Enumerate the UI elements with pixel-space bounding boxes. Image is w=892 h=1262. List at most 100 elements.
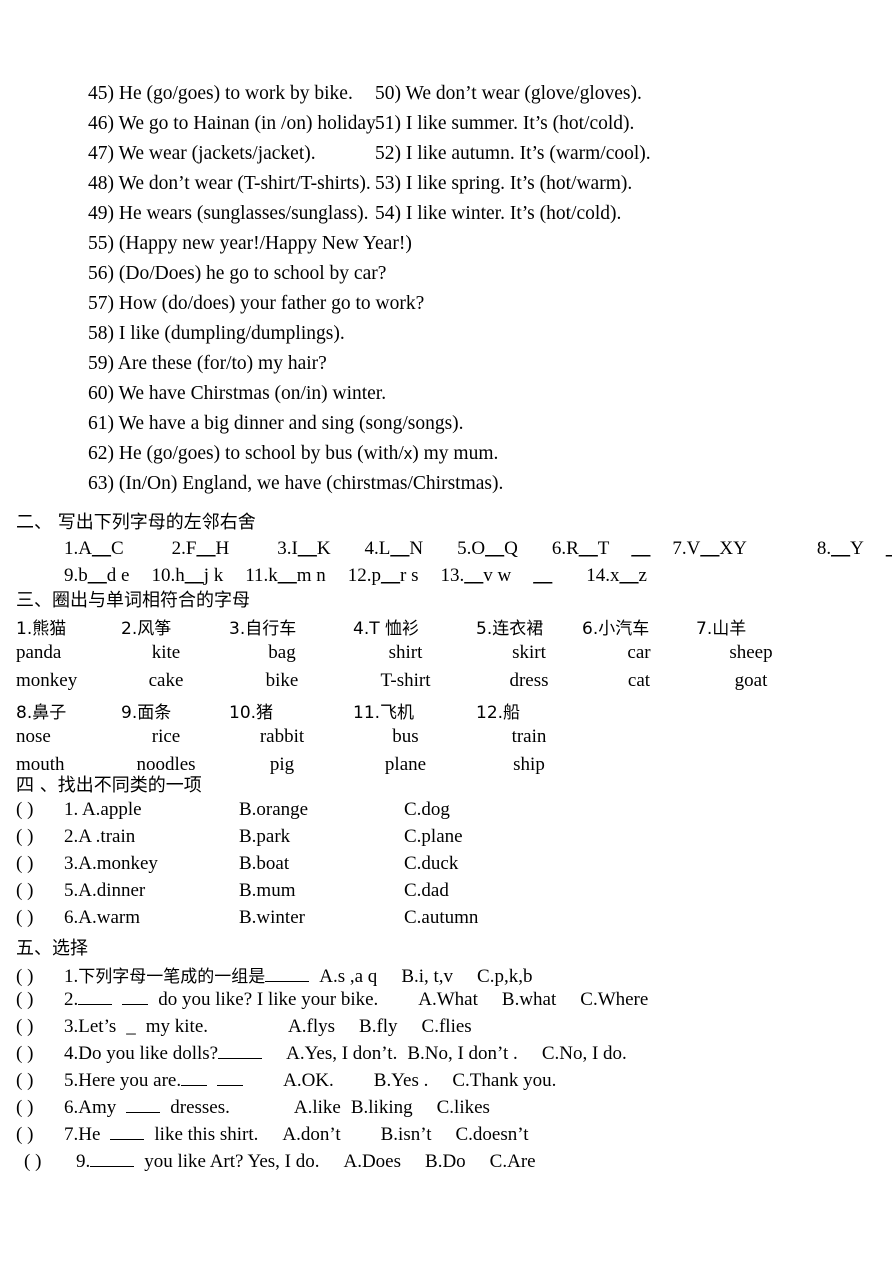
odd-one-out-item[interactable]: ( ) 2.A .train B.park C.plane	[16, 826, 892, 853]
option-c[interactable]: C.Thank you.	[452, 1070, 556, 1092]
item-3-blank[interactable]: __	[298, 538, 317, 559]
option-c[interactable]: C.doesn’t	[455, 1124, 528, 1146]
option-b[interactable]: B.Yes .	[374, 1070, 429, 1092]
answer-blank[interactable]	[110, 1124, 145, 1140]
vocab-option-a[interactable]: bag	[229, 642, 353, 670]
answer-blank[interactable]: _	[126, 1016, 136, 1038]
answer-parenthesis[interactable]: ( )	[16, 907, 64, 929]
vocab-option-b[interactable]: goat	[696, 670, 806, 698]
answer-parenthesis[interactable]: ( )	[16, 1043, 64, 1065]
vocab-option-a[interactable]: sheep	[696, 642, 806, 670]
vocab-option-a[interactable]: kite	[121, 642, 229, 670]
option-a[interactable]: A.flys	[288, 1016, 335, 1038]
option-b[interactable]: B.fly	[359, 1016, 398, 1038]
choice-item-9[interactable]: ( ) 9. you like Art? Yes, I do. A.Does B.Do C…	[16, 1151, 892, 1178]
answer-blank[interactable]	[218, 1043, 263, 1059]
choice-item-2[interactable]: ( ) 2. do you like? I like your bike. A.Wha…	[16, 989, 892, 1016]
option-a[interactable]: A.Does	[343, 1151, 401, 1173]
vocab-option-a[interactable]: rabbit	[229, 726, 353, 754]
option-b[interactable]: B.orange	[239, 799, 404, 821]
item-7-blank[interactable]: __	[700, 538, 719, 559]
item-2-blank[interactable]: __	[197, 538, 216, 559]
answer-parenthesis[interactable]: ( )	[16, 853, 64, 875]
option-c[interactable]: C.p,k,b	[477, 966, 532, 988]
vocab-option-a[interactable]: bus	[353, 726, 476, 754]
option-a[interactable]: 3.A.monkey	[64, 853, 239, 875]
option-a[interactable]: 6.A.warm	[64, 907, 239, 929]
choice-item-3[interactable]: ( ) 3. Let’s _ my kite. A.flys B.fly C.flies	[16, 1016, 892, 1043]
option-c[interactable]: C.dad	[404, 880, 449, 902]
answer-parenthesis[interactable]: ( )	[16, 1151, 76, 1173]
vocab-option-a[interactable]: train	[476, 726, 582, 754]
option-b[interactable]: B.isn’t	[381, 1124, 432, 1146]
answer-parenthesis[interactable]: ( )	[16, 989, 64, 1011]
option-b[interactable]: B.park	[239, 826, 404, 848]
vocab-option-b[interactable]: cat	[582, 670, 696, 698]
vocab-option-a[interactable]: shirt	[353, 642, 476, 670]
vocab-option-a[interactable]: skirt	[476, 642, 582, 670]
option-c[interactable]: C.autumn	[404, 907, 478, 929]
answer-parenthesis[interactable]: ( )	[16, 799, 64, 821]
item-9-blank[interactable]: __	[88, 565, 107, 586]
choice-item-1[interactable]: ( ) 1. 下列字母一笔成的一组是 A.s ,a q B.i, t,v C.p,k,b	[16, 962, 892, 989]
vocab-option-b[interactable]: monkey	[16, 670, 121, 698]
item-6-blank-2[interactable]: __	[631, 538, 650, 559]
answer-blank[interactable]	[265, 966, 310, 982]
option-a[interactable]: A.like	[294, 1097, 341, 1119]
choice-item-7[interactable]: ( ) 7. He like this shirt. A.don’t B.isn’t C.d…	[16, 1124, 892, 1151]
vocab-option-a[interactable]: rice	[121, 726, 229, 754]
option-b[interactable]: B.Do	[425, 1151, 466, 1173]
item-11-blank[interactable]: __	[278, 565, 297, 586]
option-a[interactable]: A.Yes, I don’t.	[286, 1043, 397, 1065]
choice-item-5[interactable]: ( ) 5. Here you are. A.OK. B.Yes . C.Thank yo…	[16, 1070, 892, 1097]
item-8-blank-2[interactable]: __	[886, 538, 892, 559]
vocab-option-b[interactable]: T-shirt	[353, 670, 476, 698]
answer-parenthesis[interactable]: ( )	[16, 1097, 64, 1119]
answer-parenthesis[interactable]: ( )	[16, 826, 64, 848]
odd-one-out-item[interactable]: ( ) 6.A.warm B.winter C.autumn	[16, 907, 892, 934]
option-c[interactable]: C.Where	[580, 989, 648, 1011]
option-b[interactable]: B.i, t,v	[401, 966, 453, 988]
answer-parenthesis[interactable]: ( )	[16, 880, 64, 902]
option-c[interactable]: C.duck	[404, 853, 458, 875]
option-a[interactable]: A.s ,a q	[319, 966, 377, 988]
option-a[interactable]: 2.A .train	[64, 826, 239, 848]
option-a[interactable]: A.don’t	[282, 1124, 340, 1146]
option-b[interactable]: B.liking	[351, 1097, 413, 1119]
answer-blank[interactable]	[90, 1151, 135, 1167]
odd-one-out-item[interactable]: ( ) 1. A.apple B.orange C.dog	[16, 799, 892, 826]
item-8-blank[interactable]: __	[831, 538, 850, 559]
vocab-option-b[interactable]: bike	[229, 670, 353, 698]
option-b[interactable]: B.winter	[239, 907, 404, 929]
odd-one-out-item[interactable]: ( ) 3.A.monkey B.boat C.duck	[16, 853, 892, 880]
item-10-blank[interactable]: __	[185, 565, 204, 586]
answer-blank[interactable]	[181, 1070, 208, 1086]
option-b[interactable]: B.boat	[239, 853, 404, 875]
choice-item-4[interactable]: ( ) 4. Do you like dolls? A.Yes, I don’t. B.…	[16, 1043, 892, 1070]
item-12-blank[interactable]: __	[381, 565, 400, 586]
option-a[interactable]: A.OK.	[283, 1070, 334, 1092]
answer-parenthesis[interactable]: ( )	[16, 1016, 64, 1038]
answer-blank-2[interactable]	[122, 989, 149, 1005]
vocab-option-a[interactable]: car	[582, 642, 696, 670]
item-5-blank[interactable]: __	[485, 538, 504, 559]
item-6-blank[interactable]: __	[579, 538, 598, 559]
option-a[interactable]: 5.A.dinner	[64, 880, 239, 902]
option-b[interactable]: B.what	[502, 989, 556, 1011]
option-c[interactable]: C.Are	[490, 1151, 536, 1173]
option-c[interactable]: C.dog	[404, 799, 450, 821]
item-1-blank[interactable]: __	[92, 538, 111, 559]
answer-blank-2[interactable]	[217, 1070, 244, 1086]
vocab-option-b[interactable]: cake	[121, 670, 229, 698]
option-b[interactable]: B.mum	[239, 880, 404, 902]
vocab-option-a[interactable]: panda	[16, 642, 121, 670]
item-4-blank[interactable]: __	[390, 538, 409, 559]
answer-parenthesis[interactable]: ( )	[16, 1124, 64, 1146]
item-13-blank[interactable]: __	[464, 565, 483, 586]
answer-blank[interactable]	[126, 1097, 161, 1113]
option-b[interactable]: B.No, I don’t .	[407, 1043, 517, 1065]
vocab-option-a[interactable]: nose	[16, 726, 121, 754]
option-c[interactable]: C.likes	[437, 1097, 490, 1119]
answer-parenthesis[interactable]: ( )	[16, 966, 64, 988]
option-c[interactable]: C.No, I do.	[542, 1043, 627, 1065]
